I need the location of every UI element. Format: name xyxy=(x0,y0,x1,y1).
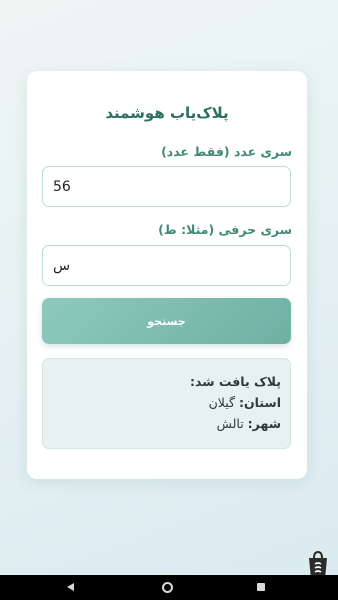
province-value: گیلان xyxy=(208,395,235,410)
letter-series-label: سری حرفی (مثلا: ط) xyxy=(158,222,292,237)
letter-series-input[interactable] xyxy=(42,245,291,286)
number-series-label: سری عدد (فقط عدد) xyxy=(161,144,292,159)
result-title: پلاک یافت شد: xyxy=(189,374,281,389)
search-button[interactable]: جستجو xyxy=(42,298,291,344)
result-box: پلاک یافت شد: استان: گیلان شهر: تالش xyxy=(42,358,291,449)
city-value: تالش xyxy=(216,416,244,431)
recents-square-icon[interactable] xyxy=(257,583,265,591)
search-card: پلاک‌یاب هوشمند سری عدد (فقط عدد) سری حر… xyxy=(27,71,307,479)
city-label: شهر: xyxy=(247,416,281,431)
system-navigation-bar xyxy=(0,575,338,600)
province-label: استان: xyxy=(238,395,281,410)
home-circle-icon[interactable] xyxy=(162,582,173,593)
number-series-input[interactable] xyxy=(42,166,291,207)
page-title: پلاک‌یاب هوشمند xyxy=(105,104,229,122)
back-triangle-icon[interactable] xyxy=(67,583,74,591)
result-city-row: شهر: تالش xyxy=(52,413,281,434)
result-province-row: استان: گیلان xyxy=(52,392,281,413)
